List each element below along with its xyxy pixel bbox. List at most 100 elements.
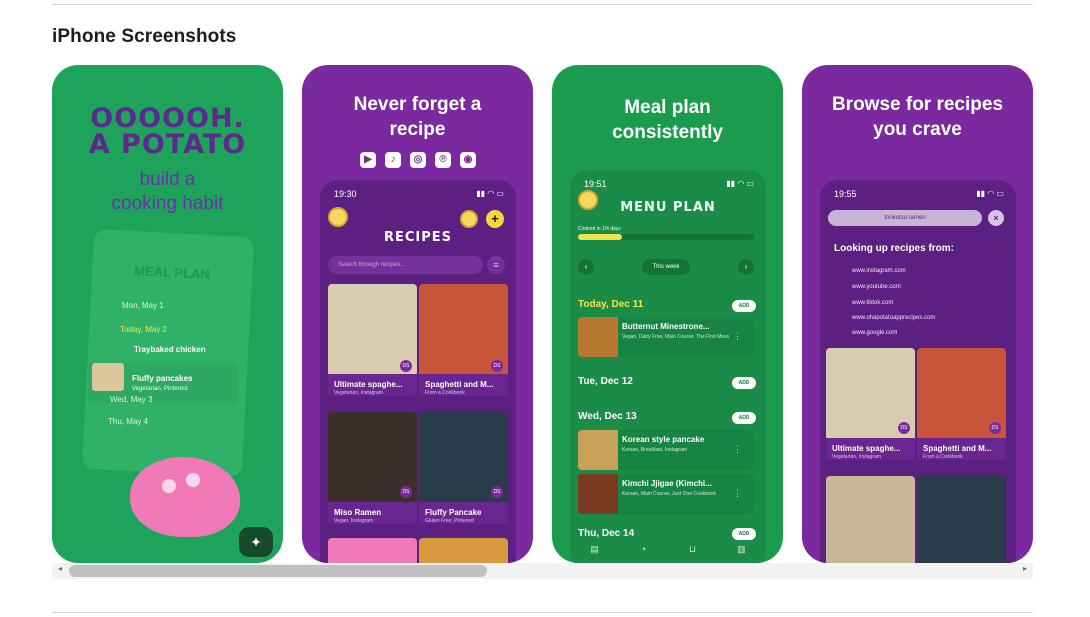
progress-fill [578,234,622,240]
progress-label: Cooked in 1/4 days [578,226,621,232]
meal-item[interactable]: Butternut Minestrone... Vegan, Dairy Fre… [578,317,754,357]
meal-item[interactable]: Korean style pancake Korean, Breakfast, … [578,430,754,470]
progress-bar [578,234,754,240]
recipe-card[interactable]: Ultimate spaghe... Vegetarian, Instagram… [826,348,915,460]
filter-icon[interactable]: ≡ [487,256,505,274]
pancake-thumbnail [92,363,124,391]
hero-line-2: A POTATO [88,129,247,160]
meal-thumbnail [578,317,618,357]
search-input[interactable]: tonkotsu ramen [828,210,982,226]
heading-line-2: consistently [612,122,723,143]
source-link: www.youtube.com [852,284,901,290]
dragged-meal-title: Fluffy pancakes [132,374,193,383]
author-badge: DS [491,360,503,372]
source-link: www.tiktok.com [852,300,894,306]
recipe-card[interactable] [419,538,508,563]
meal-meta: Korean, Main Course, Just One Cookbook [622,491,716,497]
author-badge: DS [989,422,1001,434]
source-link: www.instagram.com [852,268,906,274]
recipe-card[interactable]: Spaghetti and M... From a Cookbook DS [917,348,1006,460]
subtitle-line-2: cooking habit [111,193,224,214]
horizontal-scrollbar[interactable]: ◂ ▸ [52,563,1033,579]
meal-thumbnail [578,474,618,514]
meal-title: Korean style pancake [622,435,705,444]
recipe-card[interactable] [917,476,1006,563]
day-heading: Tue, Dec 12 [578,376,633,387]
more-icon[interactable]: ⋮ [733,488,742,499]
avatar[interactable] [328,207,348,227]
phone-mockup: 19:55 ▮▮ ◠ ▭ tonkotsu ramen × Looking up… [820,180,1016,563]
phone-mockup: 19:51 ▮▮ ◠ ▭ MENU PLAN Cooked in 1/4 day… [570,170,766,563]
potato-mascot [130,457,240,537]
day-row: Thu, May 4 [108,417,149,426]
tab-meal-plan[interactable]: ◔ [624,544,664,554]
recipe-title: Spaghetti and M... [425,380,494,389]
pinterest-icon: ℗ [435,152,451,168]
recipe-card[interactable]: Spaghetti and M... From a Cookbook DS [419,284,508,396]
week-selector: ‹ This week › [578,259,754,277]
day-row: Mon, May 1 [122,301,164,310]
author-badge: DS [898,422,910,434]
camera-icon: ◉ [460,152,476,168]
tab-explore[interactable]: ▥ [722,544,762,555]
app-title: MENU PLAN [620,200,716,215]
status-time: 19:30 [334,189,357,199]
recipe-title: Spaghetti and M... [923,444,992,453]
meal-thumbnail [578,430,618,470]
potato-eye [186,473,200,487]
day-heading: Today, Dec 11 [578,299,644,310]
recipe-meta: Gluten Free, Pinterest [425,518,474,524]
day-row: Today, May 2 [120,325,167,334]
recipe-card[interactable]: Fluffy Pancake Gluten Free, Pinterest DS [419,412,508,524]
search-input[interactable]: Search through recipes... [328,256,483,274]
screenshot-3[interactable]: Meal plan consistently 19:51 ▮▮ ◠ ▭ MENU… [552,65,783,563]
bottom-divider [52,612,1033,613]
recipe-meta: Vegan, Instagram [334,518,374,524]
tab-bar: ▤ ◔ ⊔ ▥ [570,538,766,563]
tab-shopping-list[interactable]: ⊔ [673,544,713,555]
social-icons: ▶ ♪ ◎ ℗ ◉ [360,152,476,168]
top-divider [52,4,1033,5]
heading-line-1: Meal plan [624,97,711,118]
recipe-card[interactable]: Ultimate spaghe... Vegetarian, Instagram… [328,284,417,396]
status-icons: ▮▮ ◠ ▭ [476,189,504,198]
more-icon[interactable]: ⋮ [733,331,742,342]
tab-recipes[interactable]: ▤ [575,544,615,555]
week-label[interactable]: This week [642,259,690,275]
phone-mockup: 19:30 ▮▮ ◠ ▭ + RECIPES Search through re… [320,180,516,563]
close-icon[interactable]: × [988,210,1004,226]
author-badge: DS [400,360,412,372]
add-meal-button[interactable]: ADD [732,300,756,312]
screenshot-2[interactable]: Never forget a recipe ▶ ♪ ◎ ℗ ◉ 19:30 ▮▮… [302,65,533,563]
next-week-button[interactable]: › [738,259,754,275]
potato-eye [162,479,176,493]
scroll-right-icon[interactable]: ▸ [1023,564,1027,573]
scrollbar-thumb[interactable] [69,565,487,577]
recipe-meta: From a Cookbook [425,390,465,396]
recipe-card[interactable] [328,538,417,563]
add-recipe-button[interactable]: + [486,210,504,228]
status-icons: ▮▮ ◠ ▭ [976,189,1004,198]
avatar[interactable] [460,210,478,228]
section-title: iPhone Screenshots [52,26,237,47]
recipe-meta: From a Cookbook [923,454,963,460]
screenshot-gallery[interactable]: OOOOOH. A POTATO build a cooking habit M… [52,65,1033,563]
recipe-card[interactable]: Miso Ramen Vegan, Instagram DS [328,412,417,524]
more-icon[interactable]: ⋮ [733,444,742,455]
add-meal-button[interactable]: ADD [732,412,756,424]
meal-item[interactable]: Kimchi Jjigae (Kimchi... Korean, Main Co… [578,474,754,514]
screenshot-1[interactable]: OOOOOH. A POTATO build a cooking habit M… [52,65,283,563]
recipe-title: Fluffy Pancake [425,508,482,517]
add-meal-button[interactable]: ADD [732,377,756,389]
scroll-left-icon[interactable]: ◂ [58,564,62,573]
tiktok-icon: ♪ [385,152,401,168]
magic-wand-icon[interactable]: ✦ [239,527,273,557]
day-heading: Wed, Dec 13 [578,411,637,422]
status-icons: ▮▮ ◠ ▭ [726,179,754,188]
previous-week-button[interactable]: ‹ [578,259,594,275]
recipe-title: Miso Ramen [334,508,382,517]
status-time: 19:55 [834,189,857,199]
screenshot-4[interactable]: Browse for recipes you crave 19:55 ▮▮ ◠ … [802,65,1033,563]
recipe-card[interactable] [826,476,915,563]
dragged-meal-meta: Vegetarian, Pinterest [132,386,188,392]
